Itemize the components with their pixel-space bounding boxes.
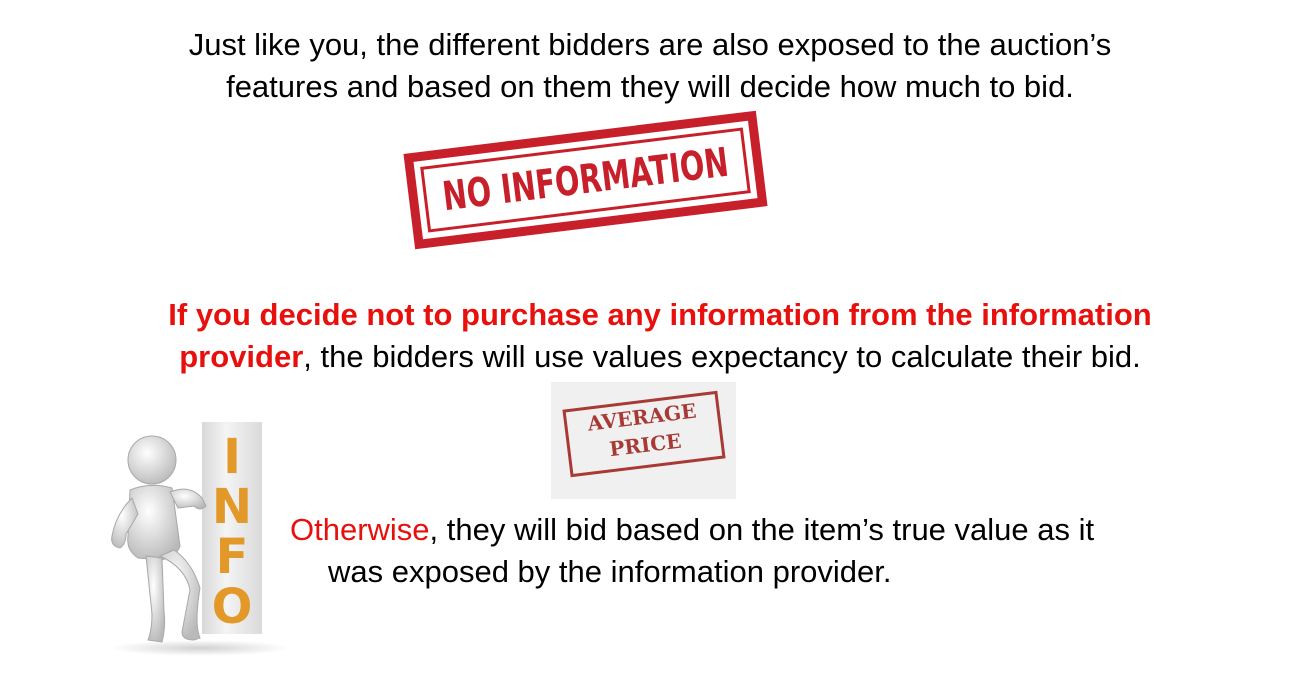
otherwise-line-1: Otherwise, they will bid based on the it… — [290, 509, 1280, 551]
no-purchase-consequence: , the bidders will use values expectancy… — [303, 339, 1141, 374]
otherwise-rest: , they will bid based on the item’s true… — [429, 512, 1095, 547]
otherwise-text: Otherwise, they will bid based on the it… — [290, 509, 1280, 593]
no-information-stamp: NO INFORMATION — [403, 110, 768, 250]
intro-line-2: features and based on them they will dec… — [226, 69, 1074, 104]
intro-text: Just like you, the different bidders are… — [60, 24, 1240, 108]
info-figure: I N F O — [90, 418, 290, 668]
no-purchase-text: If you decide not to purchase any inform… — [40, 294, 1280, 378]
otherwise-line-2: was exposed by the information provider. — [328, 554, 892, 589]
person-figure-icon — [111, 435, 207, 643]
otherwise-label: Otherwise — [290, 512, 430, 547]
intro-line-1: Just like you, the different bidders are… — [188, 27, 1112, 62]
no-purchase-condition: If you decide not to purchase any inform… — [168, 297, 1152, 332]
no-purchase-provider: provider — [179, 339, 304, 374]
